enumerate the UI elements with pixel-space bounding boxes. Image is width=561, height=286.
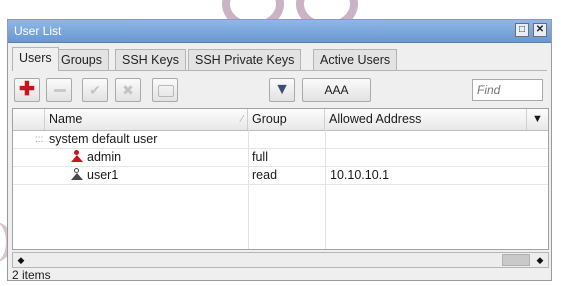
table-row[interactable]: user1 read 10.10.10.1	[13, 167, 548, 184]
tab-strip: Users Groups SSH Keys SSH Private Keys A…	[12, 47, 549, 71]
remove-button[interactable]	[46, 78, 72, 102]
item-count: 2 items	[12, 268, 51, 282]
table-header: Name ⁄ Group Allowed Address ▼	[13, 109, 548, 131]
group-cell: read	[252, 168, 278, 182]
disable-icon: ✖	[122, 82, 134, 98]
status-bar: 2 items	[12, 269, 549, 281]
scroll-thumb[interactable]	[502, 254, 530, 266]
scroll-right-icon[interactable]: ◆	[533, 253, 547, 267]
user-outline-icon	[71, 168, 83, 180]
tab-groups[interactable]: Groups	[54, 49, 109, 70]
header-blank	[13, 109, 45, 130]
section-row: ::: system default user	[13, 131, 548, 148]
comment-button[interactable]	[152, 78, 178, 102]
section-label: system default user	[49, 132, 158, 146]
tab-ssh-keys[interactable]: SSH Keys	[115, 49, 186, 70]
maximize-icon: □	[518, 24, 526, 35]
user-name: admin	[87, 150, 122, 164]
section-dots-icon: :::	[35, 134, 44, 145]
disable-button[interactable]: ✖	[115, 78, 141, 102]
address-cell: 10.10.10.1	[330, 168, 390, 182]
group-cell: full	[252, 150, 268, 164]
chevron-down-icon: ▼	[532, 113, 543, 125]
enable-button[interactable]: ✔	[82, 78, 108, 102]
add-button[interactable]: ✚	[14, 78, 40, 102]
aaa-button[interactable]: AAA	[302, 78, 371, 102]
tab-users[interactable]: Users	[12, 47, 59, 71]
column-header-name-label: Name	[49, 112, 83, 126]
user-list-window: User List □ ✕ Users Groups SSH Keys SSH …	[7, 19, 552, 281]
add-icon: ✚	[19, 79, 35, 100]
find-input[interactable]	[472, 79, 543, 101]
tab-ssh-private-keys[interactable]: SSH Private Keys	[188, 49, 302, 70]
sort-icon: ⁄	[241, 114, 243, 125]
maximize-button[interactable]: □	[515, 23, 529, 37]
column-header-name[interactable]: Name ⁄	[45, 109, 248, 130]
table-row[interactable]: admin full	[13, 149, 548, 166]
comment-icon	[158, 85, 174, 97]
scroll-left-icon[interactable]: ◆	[14, 253, 28, 267]
row-divider	[13, 184, 548, 185]
title-bar[interactable]: User List □ ✕	[8, 20, 551, 43]
user-name: user1	[87, 168, 119, 182]
close-button[interactable]: ✕	[533, 23, 547, 37]
user-red-icon	[71, 150, 83, 162]
enable-icon: ✔	[89, 82, 101, 98]
tab-divider	[12, 70, 547, 71]
filter-icon: ▼	[274, 81, 290, 98]
toolbar: ✚ ✔ ✖ ▼ AAA	[14, 78, 547, 104]
user-name-cell: admin	[71, 149, 121, 166]
horizontal-scrollbar[interactable]: ◆ ◆	[12, 252, 549, 268]
window-title: User List	[14, 24, 62, 38]
close-icon: ✕	[535, 24, 545, 35]
column-header-group[interactable]: Group	[248, 109, 325, 130]
user-table: Name ⁄ Group Allowed Address ▼ ::: syste…	[12, 108, 549, 250]
filter-button[interactable]: ▼	[269, 78, 295, 102]
column-menu-button[interactable]: ▼	[527, 109, 548, 130]
column-header-allowed-address[interactable]: Allowed Address	[325, 109, 527, 130]
remove-icon	[54, 89, 66, 92]
user-name-cell: user1	[71, 167, 118, 184]
tab-active-users[interactable]: Active Users	[313, 49, 398, 70]
